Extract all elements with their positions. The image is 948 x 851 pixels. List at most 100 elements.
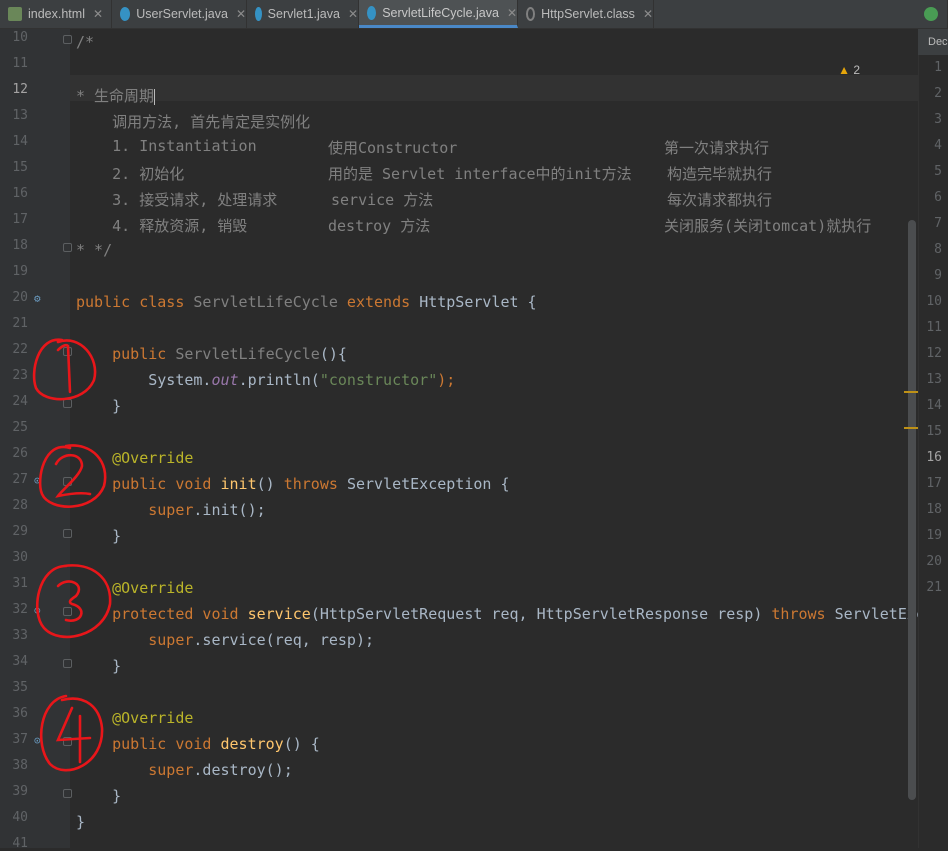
tab-index-html[interactable]: index.html ✕ [0,0,112,28]
right-panel-line-number: 7 [934,216,942,231]
right-panel-header[interactable]: Dec [918,29,948,55]
right-panel-line-number: 3 [934,112,942,127]
close-icon[interactable]: ✕ [643,7,653,21]
code-line-36: @Override [76,709,194,727]
code-line-17: 4. 释放资源, 销毁 destroy 方法 关闭服务(关闭tomcat)就执行 [76,217,872,235]
override-method-icon[interactable]: ⊙ [34,734,41,747]
line-number[interactable]: 32 [0,602,28,617]
vertical-scrollbar[interactable] [908,220,916,800]
line-number[interactable]: 20 [0,290,28,305]
current-line-highlight [70,75,918,101]
code-line-32: protected void service(HttpServletReques… [76,605,925,623]
right-panel-line-number: 1 [934,60,942,75]
line-number[interactable]: 39 [0,784,28,799]
warning-indicator[interactable]: ▲ 2 [838,63,860,77]
line-number[interactable]: 29 [0,524,28,539]
line-number[interactable]: 38 [0,758,28,773]
right-panel-line-number: 10 [926,294,942,309]
line-number[interactable]: 37 [0,732,28,747]
right-panel-line-number: 2 [934,86,942,101]
code-line-34: } [76,657,122,675]
tab-userservlet[interactable]: UserServlet.java ✕ [112,0,247,28]
tab-label: Servlet1.java [267,7,340,21]
right-panel-line-number: 20 [926,554,942,569]
right-panel-line-number: 17 [926,476,942,491]
code-line-20: public class ServletLifeCycle extends Ht… [76,293,537,311]
right-panel-line-number: 5 [934,164,942,179]
scrollbar-marker[interactable] [904,427,918,429]
line-number[interactable]: 33 [0,628,28,643]
right-panel-line-number: 13 [926,372,942,387]
line-number[interactable]: 28 [0,498,28,513]
close-icon[interactable]: ✕ [348,7,358,21]
code-line-23: System.out.println("constructor"); [76,371,456,389]
code-line-15: 2. 初始化 用的是 Servlet interface中的init方法 构造完毕就… [76,165,773,183]
class-implementation-icon[interactable]: ⚙ [34,292,41,305]
line-number-gutter: 10 11 12 13 14 15 16 17 18 19 20 21 22 23 24 25 26 27 28 29… [0,29,72,851]
line-number[interactable]: 40 [0,810,28,825]
code-line-28: super.init(); [76,501,266,519]
line-number[interactable]: 27 [0,472,28,487]
line-number[interactable]: 10 [0,30,28,45]
tab-right-panel[interactable] [918,0,948,28]
line-number[interactable]: 22 [0,342,28,357]
class-file-icon [526,7,536,21]
code-line-26: @Override [76,449,194,467]
code-editor[interactable]: ▲ 2 /* * 生命周期 调用方法, 首先肯定是实例化 1. Instanti… [70,29,925,848]
text-cursor [154,88,156,105]
override-method-icon[interactable]: ⊙ [34,474,41,487]
line-number[interactable]: 19 [0,264,28,279]
code-line-33: super.service(req, resp); [76,631,375,649]
line-number[interactable]: 34 [0,654,28,669]
code-line-10: /* [76,33,95,51]
line-number[interactable]: 23 [0,368,28,383]
code-line-27: public void init() throws ServletExcepti… [76,475,510,493]
line-number[interactable]: 17 [0,212,28,227]
line-number[interactable]: 13 [0,108,28,123]
tab-label: UserServlet.java [136,7,228,21]
tab-label: ServletLifeCycle.java [382,5,499,20]
tab-httpservlet-class[interactable]: HttpServlet.class ✕ [518,0,654,28]
close-icon[interactable]: ✕ [236,7,246,21]
code-line-40: } [76,813,86,831]
line-number[interactable]: 21 [0,316,28,331]
line-number[interactable]: 31 [0,576,28,591]
line-number[interactable]: 30 [0,550,28,565]
line-number[interactable]: 18 [0,238,28,253]
right-panel-line-number: 11 [926,320,942,335]
line-number[interactable]: 25 [0,420,28,435]
right-panel-line-number: 8 [934,242,942,257]
line-number[interactable]: 11 [0,56,28,71]
right-panel-line-number: 18 [926,502,942,517]
line-number[interactable]: 24 [0,394,28,409]
close-icon[interactable]: ✕ [93,7,103,21]
code-line-38: super.destroy(); [76,761,293,779]
code-line-12: * 生命周期 [76,87,156,105]
close-icon[interactable]: ✕ [507,6,517,20]
tab-label: HttpServlet.class [541,7,635,21]
scrollbar-marker[interactable] [904,391,918,393]
java-class-icon [255,7,262,21]
right-panel-line-number: 21 [926,580,942,595]
override-method-icon[interactable]: ⊙ [34,604,41,617]
line-number[interactable]: 26 [0,446,28,461]
java-class-icon [120,7,131,21]
line-number[interactable]: 35 [0,680,28,695]
tab-servlet1[interactable]: Servlet1.java ✕ [247,0,359,28]
line-number[interactable]: 14 [0,134,28,149]
code-line-24: } [76,397,122,415]
line-number[interactable]: 15 [0,160,28,175]
right-panel-line-number: 14 [926,398,942,413]
editor-tab-bar: index.html ✕ UserServlet.java ✕ Servlet1… [0,0,948,29]
line-number[interactable]: 36 [0,706,28,721]
code-line-39: } [76,787,122,805]
file-icon [924,7,938,21]
right-panel-line-number: 9 [934,268,942,283]
line-number[interactable]: 16 [0,186,28,201]
right-panel-line-number: 16 [926,450,942,465]
line-number[interactable]: 12 [0,82,28,97]
tab-label: index.html [28,7,85,21]
code-line-31: @Override [76,579,194,597]
line-number[interactable]: 41 [0,836,28,851]
tab-servletlifecycle[interactable]: ServletLifeCycle.java ✕ [359,0,518,28]
